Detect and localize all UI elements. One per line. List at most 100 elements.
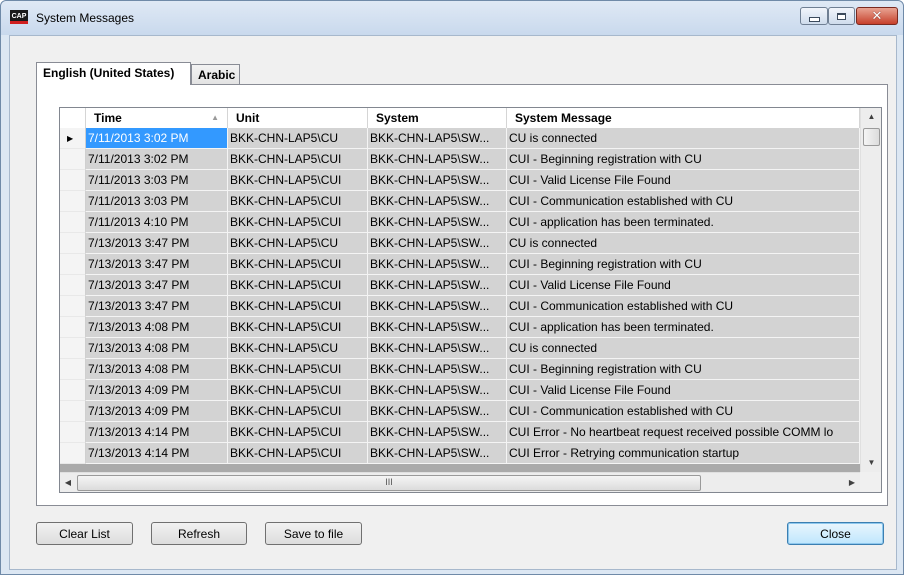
table-row[interactable]: 7/13/2013 4:08 PM BKK-CHN-LAP5\CUI BKK-CHN… <box>60 359 860 380</box>
scroll-left-icon[interactable]: ◀ <box>60 473 76 492</box>
cell-time[interactable]: 7/11/2013 3:03 PM <box>86 170 228 191</box>
row-header[interactable] <box>60 254 86 275</box>
cell-message[interactable]: CUI - application has been terminated. <box>507 212 860 233</box>
table-row[interactable]: 7/13/2013 3:47 PM BKK-CHN-LAP5\CUI BKK-CHN… <box>60 254 860 275</box>
cell-unit[interactable]: BKK-CHN-LAP5\CUI <box>228 401 368 422</box>
cell-unit[interactable]: BKK-CHN-LAP5\CUI <box>228 170 368 191</box>
scroll-up-icon[interactable]: ▲ <box>861 108 881 126</box>
row-header[interactable] <box>60 338 86 359</box>
cell-unit[interactable]: BKK-CHN-LAP5\CUI <box>228 443 368 464</box>
cell-message[interactable]: CUI Error - No heartbeat request receive… <box>507 422 860 443</box>
refresh-button[interactable]: Refresh <box>151 522 247 545</box>
cell-system[interactable]: BKK-CHN-LAP5\SW... <box>368 128 507 149</box>
cell-system[interactable]: BKK-CHN-LAP5\SW... <box>368 212 507 233</box>
cell-time[interactable]: 7/13/2013 4:14 PM <box>86 422 228 443</box>
cell-unit[interactable]: BKK-CHN-LAP5\CUI <box>228 422 368 443</box>
cell-unit[interactable]: BKK-CHN-LAP5\CUI <box>228 254 368 275</box>
cell-message[interactable]: CUI - Communication established with CU <box>507 296 860 317</box>
table-row[interactable]: 7/13/2013 3:47 PM BKK-CHN-LAP5\CUI BKK-CHN… <box>60 275 860 296</box>
table-row[interactable]: 7/13/2013 3:47 PM BKK-CHN-LAP5\CUI BKK-CHN… <box>60 296 860 317</box>
window-close-button[interactable]: ✕ <box>856 7 898 25</box>
column-header-system[interactable]: System <box>368 108 507 128</box>
row-header[interactable] <box>60 359 86 380</box>
row-header[interactable] <box>60 422 86 443</box>
row-header[interactable] <box>60 443 86 464</box>
cell-time[interactable]: 7/13/2013 4:08 PM <box>86 338 228 359</box>
cell-message[interactable]: CUI - Beginning registration with CU <box>507 149 860 170</box>
row-header[interactable] <box>60 170 86 191</box>
column-header-time[interactable]: Time ▲ <box>86 108 228 128</box>
table-row[interactable]: 7/11/2013 3:02 PM BKK-CHN-LAP5\CUI BKK-CHN… <box>60 149 860 170</box>
cell-message[interactable]: CUI - Valid License File Found <box>507 170 860 191</box>
row-header[interactable] <box>60 191 86 212</box>
cell-system[interactable]: BKK-CHN-LAP5\SW... <box>368 380 507 401</box>
cell-unit[interactable]: BKK-CHN-LAP5\CUI <box>228 191 368 212</box>
cell-unit[interactable]: BKK-CHN-LAP5\CUI <box>228 275 368 296</box>
table-row[interactable]: 7/13/2013 4:14 PM BKK-CHN-LAP5\CUI BKK-CHN… <box>60 422 860 443</box>
cell-system[interactable]: BKK-CHN-LAP5\SW... <box>368 401 507 422</box>
cell-time[interactable]: 7/11/2013 4:10 PM <box>86 212 228 233</box>
close-button[interactable]: Close <box>787 522 884 545</box>
title-bar[interactable]: CAP System Messages ✕ <box>1 1 903 35</box>
tab-arabic[interactable]: Arabic <box>191 64 240 84</box>
vertical-scrollbar[interactable]: ▲ ▼ <box>860 108 881 472</box>
cell-system[interactable]: BKK-CHN-LAP5\SW... <box>368 233 507 254</box>
cell-message[interactable]: CUI - Beginning registration with CU <box>507 359 860 380</box>
cell-system[interactable]: BKK-CHN-LAP5\SW... <box>368 275 507 296</box>
cell-unit[interactable]: BKK-CHN-LAP5\CU <box>228 128 368 149</box>
table-row[interactable]: 7/11/2013 4:10 PM BKK-CHN-LAP5\CUI BKK-CHN… <box>60 212 860 233</box>
cell-time[interactable]: 7/11/2013 3:03 PM <box>86 191 228 212</box>
cell-time[interactable]: 7/13/2013 3:47 PM <box>86 233 228 254</box>
scroll-down-icon[interactable]: ▼ <box>861 454 881 472</box>
column-header-system-message[interactable]: System Message <box>507 108 860 128</box>
vertical-scroll-thumb[interactable] <box>863 128 880 146</box>
cell-system[interactable]: BKK-CHN-LAP5\SW... <box>368 422 507 443</box>
row-header[interactable] <box>60 380 86 401</box>
row-header[interactable] <box>60 401 86 422</box>
cell-system[interactable]: BKK-CHN-LAP5\SW... <box>368 191 507 212</box>
table-row[interactable]: 7/13/2013 4:09 PM BKK-CHN-LAP5\CUI BKK-CHN… <box>60 401 860 422</box>
cell-system[interactable]: BKK-CHN-LAP5\SW... <box>368 296 507 317</box>
table-row[interactable]: 7/13/2013 4:08 PM BKK-CHN-LAP5\CU BKK-CHN-… <box>60 338 860 359</box>
cell-message[interactable]: CU is connected <box>507 338 860 359</box>
cell-message[interactable]: CUI - Communication established with CU <box>507 401 860 422</box>
cell-time[interactable]: 7/13/2013 4:08 PM <box>86 317 228 338</box>
cell-unit[interactable]: BKK-CHN-LAP5\CUI <box>228 359 368 380</box>
cell-unit[interactable]: BKK-CHN-LAP5\CU <box>228 233 368 254</box>
tab-english[interactable]: English (United States) <box>36 62 191 85</box>
cell-unit[interactable]: BKK-CHN-LAP5\CUI <box>228 380 368 401</box>
cell-time[interactable]: 7/13/2013 4:08 PM <box>86 359 228 380</box>
row-header[interactable] <box>60 275 86 296</box>
messages-grid[interactable]: Time ▲ Unit System System Message ▶ 7/11/2… <box>59 107 882 493</box>
save-to-file-button[interactable]: Save to file <box>265 522 362 545</box>
cell-message[interactable]: CUI Error - Retrying communication start… <box>507 443 860 464</box>
table-row[interactable]: ▶ 7/11/2013 3:02 PM BKK-CHN-LAP5\CU BKK-CHN… <box>60 128 860 149</box>
cell-message[interactable]: CUI - Beginning registration with CU <box>507 254 860 275</box>
clear-list-button[interactable]: Clear List <box>36 522 133 545</box>
cell-message[interactable]: CUI - Valid License File Found <box>507 380 860 401</box>
cell-unit[interactable]: BKK-CHN-LAP5\CUI <box>228 317 368 338</box>
horizontal-scroll-thumb[interactable]: III <box>77 475 701 491</box>
cell-unit[interactable]: BKK-CHN-LAP5\CUI <box>228 296 368 317</box>
cell-time[interactable]: 7/13/2013 3:47 PM <box>86 275 228 296</box>
row-header[interactable] <box>60 149 86 170</box>
cell-time[interactable]: 7/13/2013 4:09 PM <box>86 401 228 422</box>
row-header[interactable] <box>60 296 86 317</box>
cell-unit[interactable]: BKK-CHN-LAP5\CUI <box>228 212 368 233</box>
cell-system[interactable]: BKK-CHN-LAP5\SW... <box>368 443 507 464</box>
cell-system[interactable]: BKK-CHN-LAP5\SW... <box>368 338 507 359</box>
cell-time[interactable]: 7/13/2013 3:47 PM <box>86 254 228 275</box>
table-row[interactable]: 7/11/2013 3:03 PM BKK-CHN-LAP5\CUI BKK-CHN… <box>60 170 860 191</box>
cell-time[interactable]: 7/11/2013 3:02 PM <box>86 149 228 170</box>
cell-system[interactable]: BKK-CHN-LAP5\SW... <box>368 170 507 191</box>
row-header[interactable] <box>60 212 86 233</box>
row-header[interactable] <box>60 233 86 254</box>
minimize-button[interactable] <box>800 7 828 25</box>
table-row[interactable]: 7/13/2013 4:08 PM BKK-CHN-LAP5\CUI BKK-CHN… <box>60 317 860 338</box>
table-row[interactable]: 7/13/2013 4:09 PM BKK-CHN-LAP5\CUI BKK-CHN… <box>60 380 860 401</box>
table-row[interactable]: 7/13/2013 4:14 PM BKK-CHN-LAP5\CUI BKK-CHN… <box>60 443 860 464</box>
cell-system[interactable]: BKK-CHN-LAP5\SW... <box>368 359 507 380</box>
cell-time[interactable]: 7/13/2013 3:47 PM <box>86 296 228 317</box>
cell-message[interactable]: CU is connected <box>507 128 860 149</box>
column-header-unit[interactable]: Unit <box>228 108 368 128</box>
